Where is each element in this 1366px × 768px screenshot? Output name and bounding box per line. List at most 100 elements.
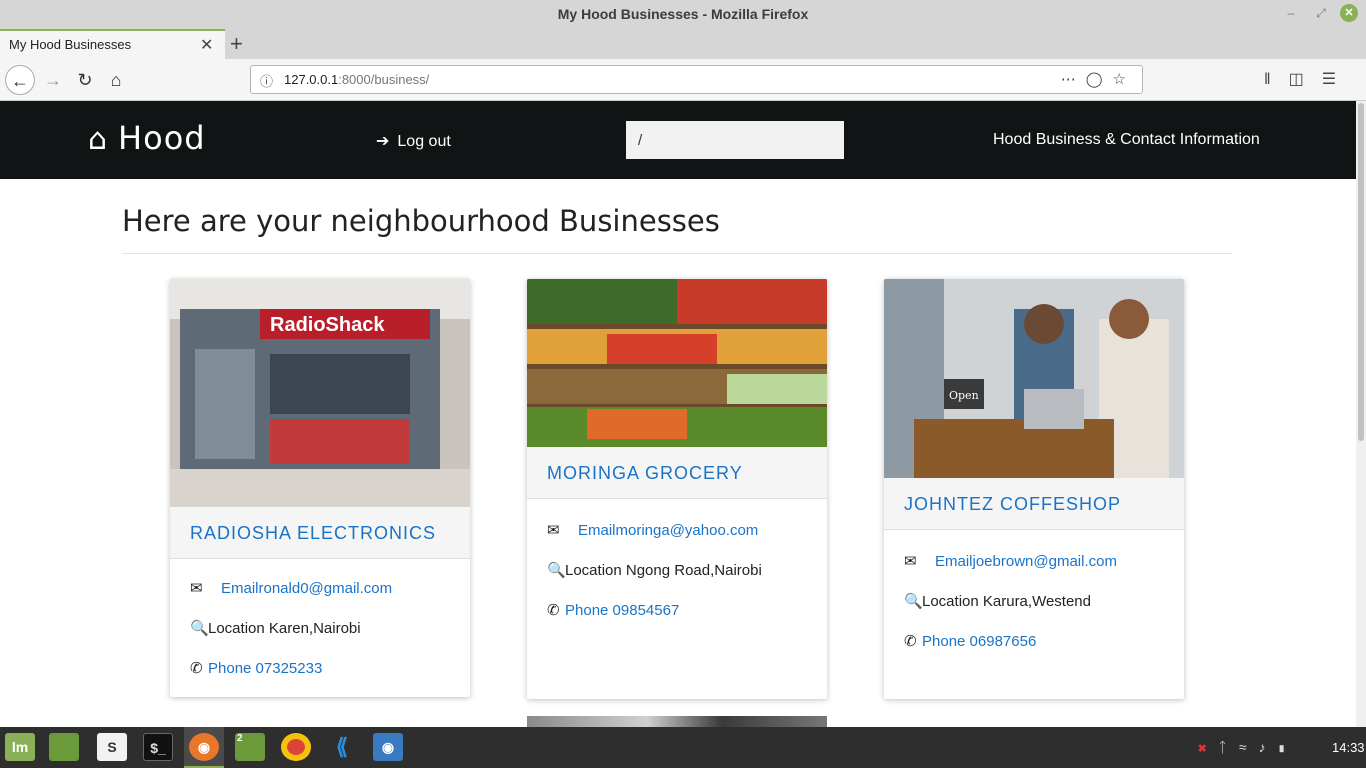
bluetooth-icon[interactable]: ᛏ: [1218, 739, 1238, 755]
site-navbar: ⌂ Hood ➔ Log out Hood Business & Contact I…: [0, 101, 1356, 179]
brand-link[interactable]: ⌂ Hood: [88, 119, 206, 157]
sign-out-icon: ➔: [376, 133, 390, 150]
wifi-icon[interactable]: ≈: [1239, 739, 1259, 755]
tab-strip: My Hood Businesses ✕ +: [0, 29, 1366, 59]
battery-icon[interactable]: ▮: [1278, 739, 1298, 755]
store-sign-text: RadioShack: [270, 314, 385, 336]
logout-label: Log out: [397, 133, 451, 150]
phone-icon: ✆: [904, 633, 917, 650]
phone-icon: ✆: [547, 602, 560, 619]
address-bar[interactable]: ⓘ 127.0.0.1:8000/business/ ⋯◯☆: [250, 65, 1143, 94]
phone-row: ✆ Phone 07325233: [170, 649, 470, 689]
search-location-icon: 🔍: [547, 562, 566, 579]
firefox-icon[interactable]: ◉: [189, 733, 219, 761]
window-count-badge: 2: [237, 733, 243, 744]
window-title: My Hood Businesses - Mozilla Firefox: [557, 6, 809, 22]
envelope-icon: ✉: [190, 580, 203, 597]
page-viewport: ⌂ Hood ➔ Log out Hood Business & Contact I…: [0, 101, 1356, 727]
screenshot-icon[interactable]: ◉: [373, 733, 403, 761]
terminal-icon[interactable]: $_: [143, 733, 173, 761]
phone-link[interactable]: Phone 06987656: [922, 633, 1036, 650]
phone-link[interactable]: Phone 09854567: [565, 602, 679, 619]
coffeeshop-image: Open: [884, 279, 1184, 478]
email-link[interactable]: Emailjoebrown@gmail.com: [935, 553, 1117, 570]
chrome-icon[interactable]: [281, 733, 311, 761]
email-row: ✉ Emailmoringa@yahoo.com: [527, 511, 827, 551]
brand-name: Hood: [118, 119, 206, 157]
location-row: 🔍Location Karura,Westend: [884, 582, 1184, 622]
search-input[interactable]: [626, 121, 844, 159]
envelope-icon: ✉: [904, 553, 917, 570]
business-card: MORINGA GROCERY ✉ Emailmoringa@yahoo.com …: [527, 279, 827, 699]
search-location-icon: 🔍: [190, 620, 209, 637]
url-path: :8000/business/: [338, 72, 430, 87]
business-name: MORINGA GROCERY: [527, 447, 827, 499]
tab-my-hood-businesses[interactable]: My Hood Businesses ✕: [0, 29, 225, 59]
maximize-button[interactable]: ⤢: [1312, 4, 1330, 22]
close-window-button[interactable]: ✕: [1340, 4, 1358, 22]
business-photo: Open: [884, 279, 1184, 478]
back-button[interactable]: ←: [5, 65, 35, 95]
email-row: ✉ Emailronald0@gmail.com: [170, 569, 470, 609]
page-title: Here are your neighbourhood Businesses: [122, 204, 720, 238]
home-button[interactable]: ⌂: [101, 65, 131, 95]
slack-icon[interactable]: S: [97, 733, 127, 761]
clock[interactable]: 14:33: [1332, 740, 1365, 755]
divider: [122, 253, 1232, 254]
business-photo: RadioShack: [170, 279, 470, 507]
mint-menu-icon[interactable]: lm: [5, 733, 35, 761]
info-icon[interactable]: ⓘ: [260, 71, 273, 90]
vscode-icon[interactable]: ⟪: [327, 733, 357, 761]
files-icon[interactable]: 2: [235, 733, 265, 761]
location-text: Location Karen,Nairobi: [208, 620, 361, 637]
page-scrollbar[interactable]: [1356, 101, 1366, 727]
volume-icon[interactable]: ♪: [1259, 739, 1278, 755]
minimize-button[interactable]: ‒: [1282, 4, 1300, 22]
phone-icon: ✆: [190, 660, 203, 677]
search-location-icon: 🔍: [904, 593, 923, 610]
grocery-image: [527, 279, 827, 447]
logout-link[interactable]: ➔ Log out: [376, 131, 451, 151]
url-host: 127.0.0.1: [284, 72, 339, 87]
shield-icon[interactable]: ✖: [1198, 739, 1218, 755]
taskbar: lm S $_ ◉ 2 ⟪ ◉ ✖ᛏ≈♪▮ 14:33: [0, 727, 1366, 768]
business-name: JOHNTEZ COFFESHOP: [884, 478, 1184, 530]
contact-info-link[interactable]: Hood Business & Contact Information: [993, 131, 1260, 149]
menu-icon[interactable]: ☰: [1322, 71, 1354, 88]
system-tray: ✖ᛏ≈♪▮: [1198, 739, 1298, 755]
envelope-icon: ✉: [547, 522, 560, 539]
window-titlebar: My Hood Businesses - Mozilla Firefox ‒ ⤢…: [0, 0, 1366, 29]
url-text[interactable]: 127.0.0.1:8000/business/: [284, 72, 429, 87]
forward-button[interactable]: →: [38, 65, 68, 95]
library-icon[interactable]: ‖: [1264, 71, 1289, 88]
tab-title: My Hood Businesses: [9, 37, 132, 52]
reload-button[interactable]: ↻: [70, 65, 100, 95]
location-row: 🔍Location Karen,Nairobi: [170, 609, 470, 649]
scrollbar-thumb[interactable]: [1358, 103, 1364, 441]
business-card: Open JOHNTEZ COFFESHOP ✉ Emailjoebrown@gm…: [884, 279, 1184, 699]
email-link[interactable]: Emailmoringa@yahoo.com: [578, 522, 758, 539]
business-name: RADIOSHA ELECTRONICS: [170, 507, 470, 559]
open-sign-text: Open: [949, 389, 979, 402]
next-business-card-partial: [527, 716, 827, 727]
location-text: Location Karura,Westend: [922, 593, 1091, 610]
files-icon[interactable]: [49, 733, 79, 761]
browser-toolbar: ← → ↻ ⌂ ⓘ 127.0.0.1:8000/business/ ⋯◯☆ ‖…: [0, 59, 1366, 101]
business-card: RadioShack RADIOSHA ELECTRONICS ✉ Emailro…: [170, 279, 470, 697]
location-text: Location Ngong Road,Nairobi: [565, 562, 762, 579]
location-row: 🔍Location Ngong Road,Nairobi: [527, 551, 827, 591]
more-icon[interactable]: ⋯: [1061, 71, 1086, 88]
phone-row: ✆ Phone 09854567: [527, 591, 827, 631]
email-link[interactable]: Emailronald0@gmail.com: [221, 580, 392, 597]
phone-link[interactable]: Phone 07325233: [208, 660, 322, 677]
email-row: ✉ Emailjoebrown@gmail.com: [884, 542, 1184, 582]
close-tab-icon[interactable]: ✕: [200, 35, 213, 55]
sidebar-icon[interactable]: ◫: [1289, 71, 1322, 88]
phone-row: ✆ Phone 06987656: [884, 622, 1184, 662]
pocket-icon[interactable]: ◯: [1086, 71, 1113, 88]
business-photo: [527, 279, 827, 447]
new-tab-button[interactable]: +: [230, 31, 243, 57]
bookmark-star-icon[interactable]: ☆: [1113, 71, 1136, 88]
storefront-image: RadioShack: [170, 279, 470, 507]
home-icon: ⌂: [88, 122, 109, 157]
